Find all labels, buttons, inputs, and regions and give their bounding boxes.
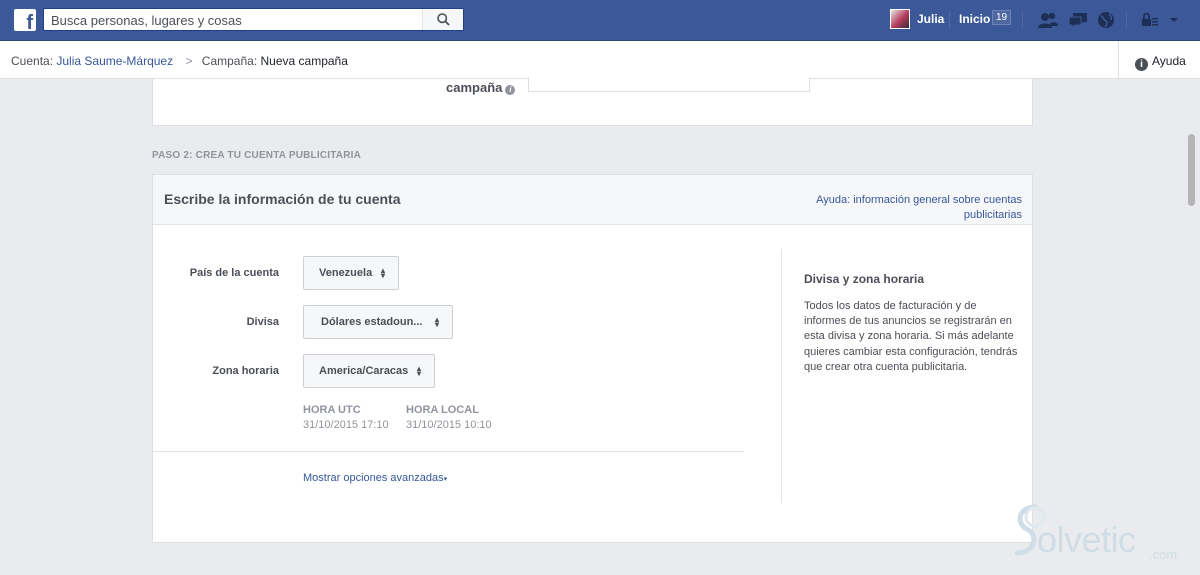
info-text: Todos los datos de facturación y de info… xyxy=(804,300,1018,373)
campaign-card: campaña i xyxy=(152,77,1033,126)
help-label: Ayuda xyxy=(1152,54,1186,68)
search-bar[interactable]: Busca personas, lugares y cosas xyxy=(43,8,464,31)
help-icon: i xyxy=(1135,58,1148,71)
divider xyxy=(153,451,744,452)
account-info-card: Escribe la información de tu cuenta Ayud… xyxy=(152,174,1033,543)
timezone-value: America/Caracas xyxy=(319,365,409,377)
divider xyxy=(1118,41,1119,79)
campaign-name-input[interactable] xyxy=(528,77,810,92)
country-label: País de la cuenta xyxy=(189,267,279,279)
divider xyxy=(1022,11,1023,29)
divider xyxy=(949,11,950,29)
chevron-down-icon: ▾ xyxy=(443,476,448,483)
divider xyxy=(1126,11,1127,29)
breadcrumb: Cuenta: Julia Saume-Márquez > Campaña: N… xyxy=(11,54,348,68)
notifications-globe-icon[interactable] xyxy=(1096,10,1118,30)
messages-icon[interactable] xyxy=(1067,10,1089,30)
step-title: PASO 2: CREA TU CUENTA PUBLICITARIA xyxy=(152,150,362,161)
campaign-name: Nueva campaña xyxy=(260,54,348,68)
advanced-options-link[interactable]: Mostrar opciones avanzadas▾ xyxy=(303,472,447,484)
utc-header: HORA UTC xyxy=(303,404,361,416)
home-count-badge: 19 xyxy=(992,10,1012,25)
solvetic-watermark-logo: olvetic .com xyxy=(1005,497,1180,567)
campaign-label: Campaña: xyxy=(201,54,258,68)
breadcrumb-separator-icon: > xyxy=(185,54,193,68)
scrollbar[interactable] xyxy=(1188,134,1195,206)
timezone-label: Zona horaria xyxy=(212,365,279,377)
help-button[interactable]: i Ayuda xyxy=(1135,54,1186,71)
account-menu-arrow-icon[interactable] xyxy=(1166,10,1188,30)
card-header: Escribe la información de tu cuenta Ayud… xyxy=(153,175,1032,225)
select-arrows-icon: ▴ ▾ xyxy=(380,266,385,280)
account-link[interactable]: Julia Saume-Márquez xyxy=(56,54,173,68)
watermark-suffix: .com xyxy=(1149,547,1178,562)
local-time: 31/10/2015 10:10 xyxy=(406,419,492,431)
search-icon xyxy=(437,13,450,26)
currency-value: Dólares estadoun... xyxy=(321,316,423,328)
select-arrows-icon: ▴ ▾ xyxy=(434,315,439,329)
country-value: Venezuela xyxy=(319,267,373,279)
top-navigation-bar: f Busca personas, lugares y cosas Julia … xyxy=(0,0,1200,41)
home-link[interactable]: Inicio xyxy=(959,12,990,26)
divider xyxy=(781,249,782,503)
privacy-lock-icon[interactable] xyxy=(1140,10,1162,30)
account-label: Cuenta: xyxy=(11,54,54,68)
country-select[interactable]: Venezuela ▴ ▾ xyxy=(303,256,399,290)
watermark-text: olvetic xyxy=(1037,519,1136,560)
avatar[interactable] xyxy=(890,9,910,29)
account-help-link[interactable]: Ayuda: información general sobre cuentas… xyxy=(782,193,1022,223)
friend-requests-icon[interactable] xyxy=(1037,10,1059,30)
card-title: Escribe la información de tu cuenta xyxy=(164,191,401,207)
search-button[interactable] xyxy=(422,9,463,30)
info-title: Divisa y zona horaria xyxy=(804,272,925,286)
currency-select[interactable]: Dólares estadoun... ▴ ▾ xyxy=(303,305,453,339)
breadcrumb-bar: Cuenta: Julia Saume-Márquez > Campaña: N… xyxy=(0,41,1200,79)
search-input[interactable]: Busca personas, lugares y cosas xyxy=(51,13,242,28)
info-icon[interactable]: i xyxy=(505,85,516,95)
user-name[interactable]: Julia xyxy=(917,12,944,26)
campaign-field-label: campaña i xyxy=(446,80,516,95)
local-header: HORA LOCAL xyxy=(406,404,479,416)
timezone-select[interactable]: America/Caracas ▴ ▾ xyxy=(303,354,435,388)
utc-time: 31/10/2015 17:10 xyxy=(303,419,389,431)
currency-label: Divisa xyxy=(246,316,279,328)
select-arrows-icon: ▴ ▾ xyxy=(416,364,421,378)
facebook-logo-icon[interactable]: f xyxy=(14,9,36,34)
